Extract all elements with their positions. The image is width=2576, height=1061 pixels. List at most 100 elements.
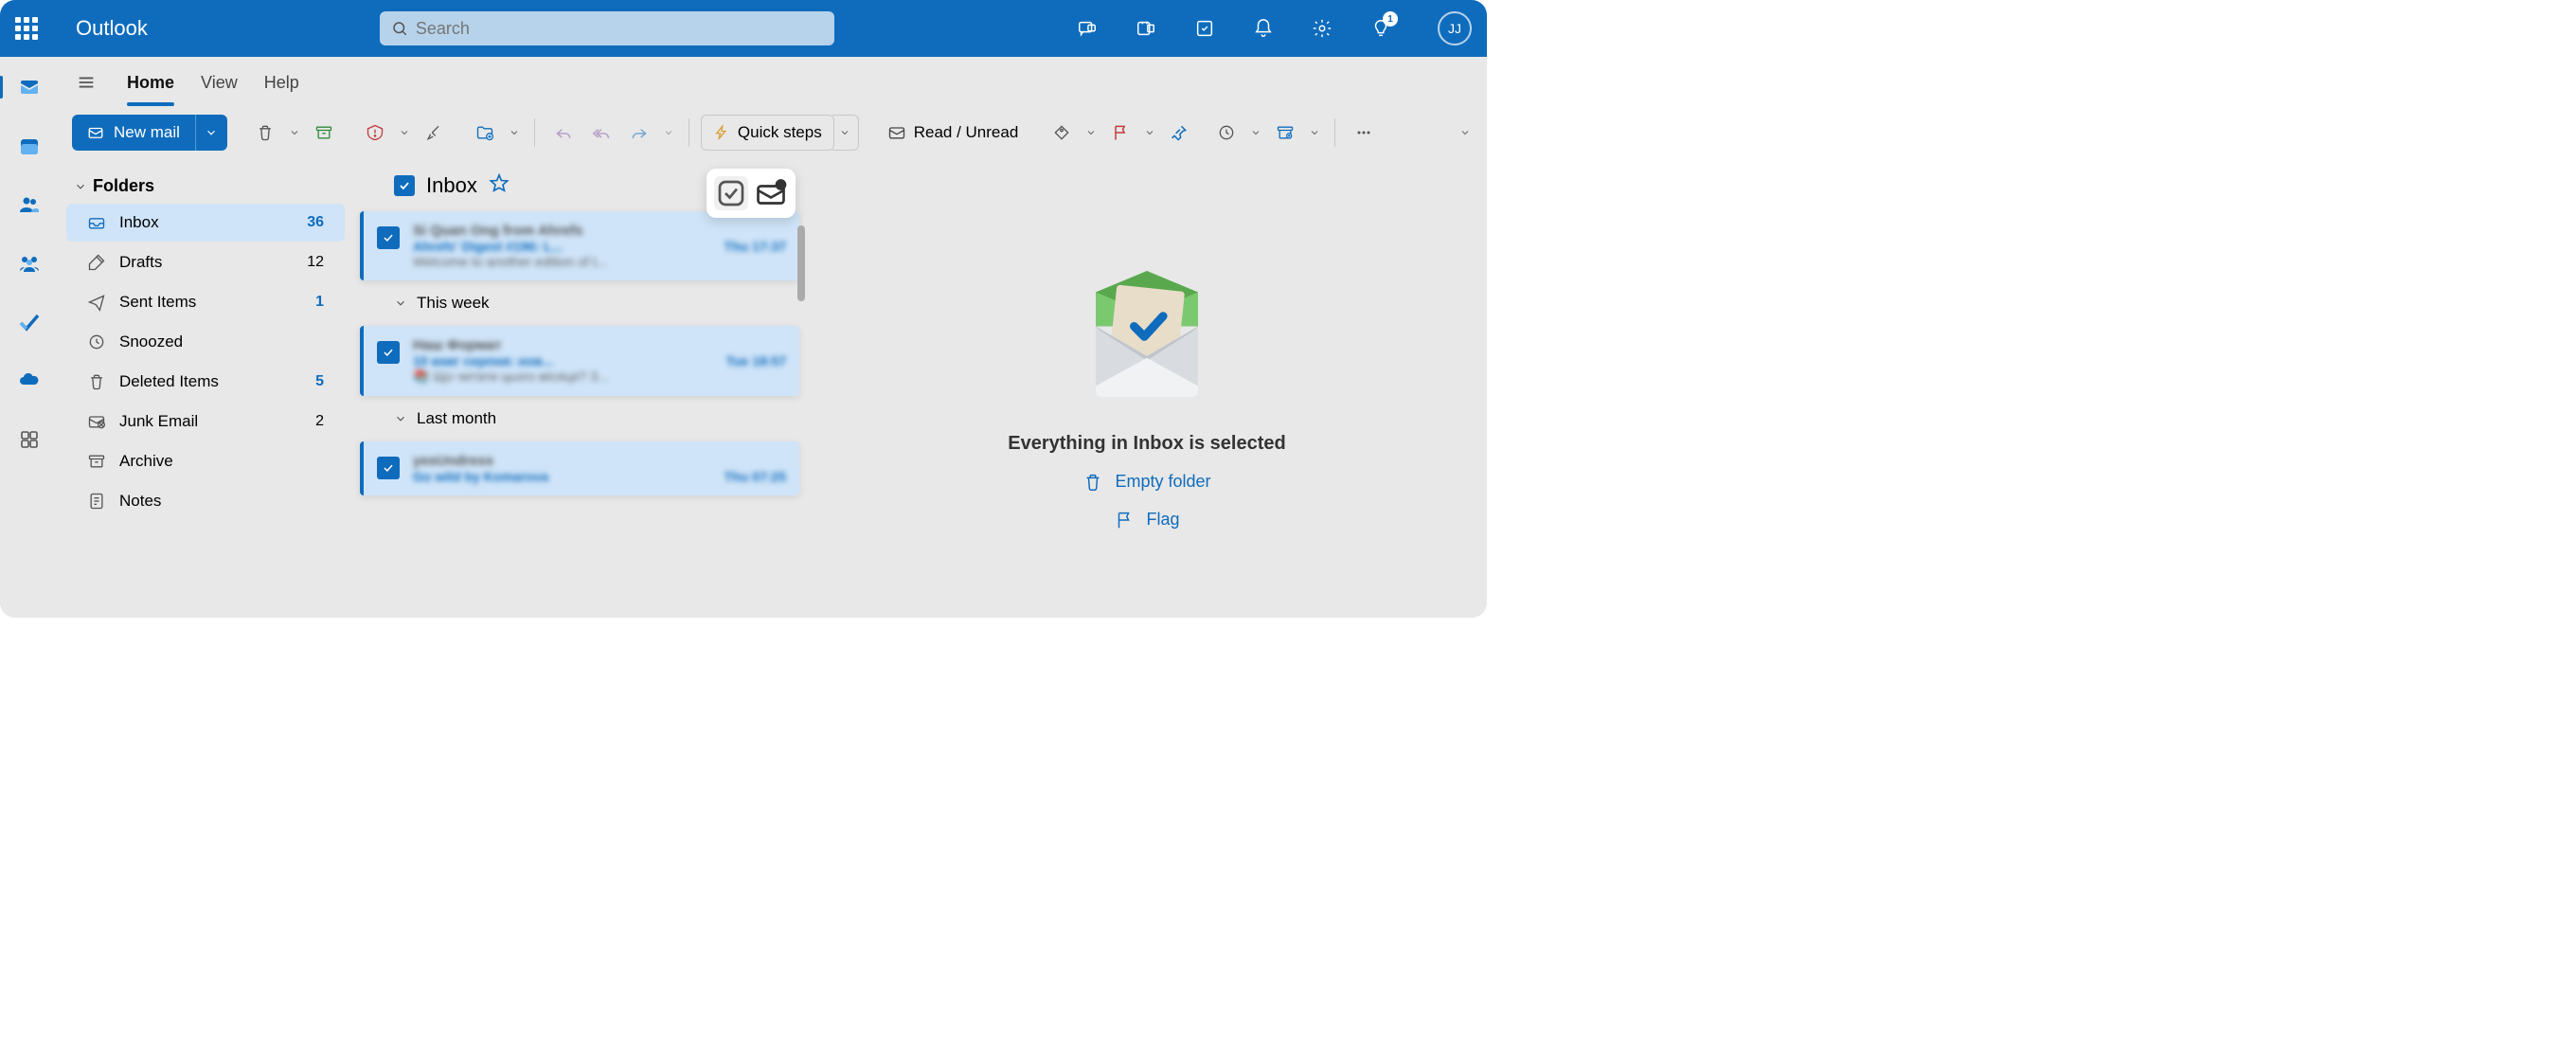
archive-button[interactable] (307, 116, 341, 150)
message-list-view-toggle (707, 169, 796, 218)
sweep-button[interactable] (417, 116, 451, 150)
favorite-folder-icon[interactable] (489, 172, 510, 198)
tab-help[interactable]: Help (264, 67, 299, 99)
header-actions: 1 JJ (1076, 11, 1472, 45)
tab-view[interactable]: View (201, 67, 238, 99)
empty-state-illustration (1062, 245, 1232, 416)
message-item[interactable]: Наш Формат 10 книг серпня: нов...Tue 18:… (360, 326, 799, 396)
respond-dropdown[interactable] (660, 127, 677, 138)
message-group-header[interactable]: This week (352, 284, 807, 322)
folder-sent[interactable]: Sent Items 1 (66, 283, 345, 321)
snooze-dropdown[interactable] (1247, 127, 1264, 138)
folder-label: Sent Items (119, 293, 302, 312)
rail-people[interactable] (16, 191, 43, 218)
report-button[interactable] (358, 116, 392, 150)
new-mail-dropdown[interactable] (195, 115, 227, 151)
app-launcher-icon[interactable] (15, 17, 38, 40)
flag-dropdown[interactable] (1141, 127, 1158, 138)
message-subject: Go wild by Komarova (413, 469, 548, 484)
checkbox-icon[interactable] (377, 226, 400, 249)
account-avatar[interactable]: JJ (1438, 11, 1472, 45)
select-mode-icon[interactable] (714, 176, 748, 210)
flag-action[interactable]: Flag (1114, 510, 1179, 530)
rules-dropdown[interactable] (1306, 127, 1323, 138)
read-unread-button[interactable]: Read / Unread (878, 123, 1029, 142)
message-subject: 10 книг серпня: нов... (413, 353, 553, 369)
message-list-title: Inbox (426, 173, 477, 198)
rules-button[interactable] (1268, 116, 1302, 150)
message-time: Thu 07:25 (724, 469, 786, 484)
ribbon-collapse[interactable] (1457, 127, 1474, 138)
notifications-icon[interactable] (1252, 17, 1275, 40)
filter-icon[interactable] (754, 176, 788, 210)
report-dropdown[interactable] (396, 127, 413, 138)
snooze-button[interactable] (1209, 116, 1243, 150)
message-time: Thu 17:37 (724, 239, 786, 254)
folder-label: Deleted Items (119, 372, 302, 391)
tips-badge: 1 (1383, 11, 1398, 27)
message-group-header[interactable]: Last month (352, 400, 807, 438)
move-to-dropdown[interactable] (506, 127, 523, 138)
quick-steps-dropdown[interactable] (832, 115, 859, 151)
flag-button[interactable] (1103, 116, 1137, 150)
message-subject: Ahrefs' Digest #196: L... (413, 239, 563, 254)
reply-all-button[interactable] (584, 116, 618, 150)
reply-button[interactable] (546, 116, 581, 150)
rail-groups[interactable] (16, 250, 43, 277)
message-item[interactable]: yesUndress Go wild by Komarova Thu 07:25 (360, 441, 799, 495)
message-list: Inbox Si Quan Ong from Ahrefs Ahrefs' Di… (352, 157, 807, 618)
folder-label: Drafts (119, 253, 294, 272)
categorize-button[interactable] (1045, 116, 1079, 150)
message-sender: Si Quan Ong from Ahrefs (413, 223, 786, 239)
delete-dropdown[interactable] (286, 127, 303, 138)
checkbox-icon[interactable] (377, 457, 400, 479)
empty-folder-action[interactable]: Empty folder (1082, 472, 1210, 493)
delete-button[interactable] (248, 116, 282, 150)
pin-button[interactable] (1162, 116, 1196, 150)
teams-call-icon[interactable] (1135, 17, 1157, 40)
more-options-button[interactable] (1347, 116, 1381, 150)
search-field[interactable] (380, 11, 834, 45)
teams-chat-icon[interactable] (1076, 17, 1099, 40)
rail-calendar[interactable] (16, 133, 43, 159)
folder-drafts[interactable]: Drafts 12 (66, 243, 345, 281)
folder-deleted[interactable]: Deleted Items 5 (66, 363, 345, 401)
folder-count: 12 (307, 254, 324, 271)
folder-archive[interactable]: Archive (66, 442, 345, 480)
select-all-checkbox[interactable] (394, 175, 415, 196)
folder-snoozed[interactable]: Snoozed (66, 323, 345, 361)
checkbox-icon[interactable] (377, 341, 400, 364)
folder-junk[interactable]: Junk Email 2 (66, 403, 345, 441)
scrollbar[interactable] (797, 225, 805, 301)
tab-home[interactable]: Home (127, 67, 174, 99)
tips-icon[interactable]: 1 (1369, 17, 1392, 40)
folder-label: Notes (119, 492, 311, 511)
rail-mail[interactable] (16, 74, 43, 100)
categorize-dropdown[interactable] (1082, 127, 1100, 138)
toggle-nav-icon[interactable] (72, 68, 100, 97)
settings-icon[interactable] (1311, 17, 1333, 40)
folder-notes[interactable]: Notes (66, 482, 345, 520)
folder-count: 5 (315, 373, 324, 390)
quick-steps-button[interactable]: Quick steps (701, 115, 834, 151)
toolbar-separator (1334, 118, 1335, 147)
ribbon-toolbar: New mail (59, 108, 1487, 157)
message-item[interactable]: Si Quan Ong from Ahrefs Ahrefs' Digest #… (360, 211, 799, 280)
rail-todo[interactable] (16, 309, 43, 335)
rail-more-apps[interactable] (16, 426, 43, 453)
my-day-icon[interactable] (1193, 17, 1216, 40)
move-to-button[interactable] (468, 116, 502, 150)
folder-count: 1 (315, 294, 324, 311)
reading-pane-title: Everything in Inbox is selected (1008, 433, 1285, 455)
toolbar-separator (534, 118, 535, 147)
app-rail (0, 57, 59, 618)
new-mail-button[interactable]: New mail (72, 115, 195, 151)
folder-count: 36 (307, 214, 324, 231)
search-input[interactable] (416, 19, 823, 39)
rail-onedrive[interactable] (16, 368, 43, 394)
forward-button[interactable] (622, 116, 656, 150)
folder-inbox[interactable]: Inbox 36 (66, 204, 345, 242)
folders-header[interactable]: Folders (59, 171, 352, 202)
app-title: Outlook (76, 16, 148, 41)
message-sender: yesUndress (413, 453, 786, 469)
